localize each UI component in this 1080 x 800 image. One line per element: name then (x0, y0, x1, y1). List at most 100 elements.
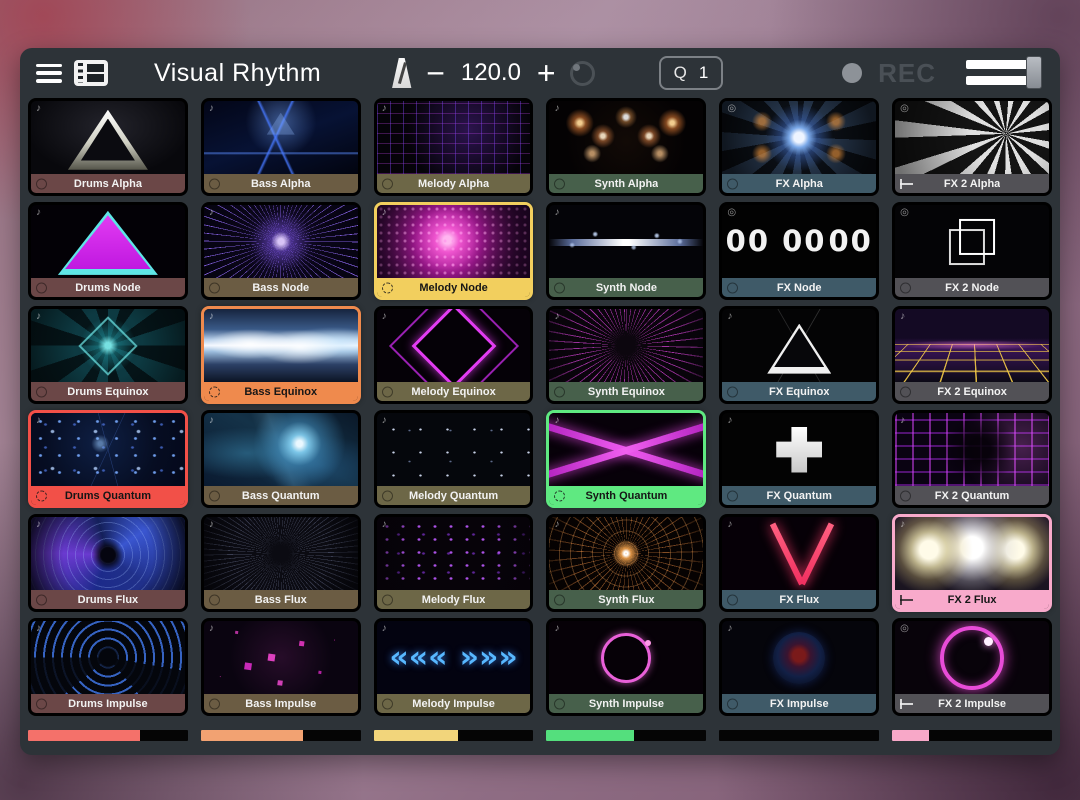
core-sphere-thumbnail[interactable]: ♪ (722, 621, 876, 694)
circle-indicator-icon[interactable] (554, 282, 565, 293)
clip-cell[interactable]: ♪Drums Alpha (28, 98, 188, 196)
teal-kaleido-thumbnail[interactable]: ♪ (31, 309, 185, 382)
mono-rays-thumbnail[interactable]: ◎ (895, 101, 1049, 174)
circle-indicator-icon[interactable] (727, 386, 738, 397)
violet-burst-thumbnail[interactable]: ♪ (204, 205, 358, 278)
synthwave-thumbnail[interactable]: ♪ (895, 309, 1049, 382)
clip-cell[interactable]: ♪Drums Impulse (28, 618, 188, 716)
tempo-increase-button[interactable]: + (537, 57, 556, 89)
chevrons-thumbnail[interactable]: ♪ (377, 621, 531, 694)
clip-cell[interactable]: ♪FX 2 Flux (892, 514, 1052, 612)
circle-indicator-icon[interactable] (554, 698, 565, 709)
circle-indicator-icon[interactable] (382, 594, 393, 605)
clip-cell[interactable]: ♪Bass Flux (201, 514, 361, 612)
circle-indicator-icon[interactable] (727, 282, 738, 293)
clip-cell[interactable]: ♪Drums Node (28, 202, 188, 300)
pink-ring-thumbnail[interactable]: ♪ (549, 621, 703, 694)
streak-thumbnail[interactable]: ♪ (549, 205, 703, 278)
clip-cell[interactable]: ♪FX 2 Equinox (892, 306, 1052, 404)
clip-cell[interactable]: ♪FX Equinox (719, 306, 879, 404)
circle-indicator-icon[interactable] (36, 386, 47, 397)
clip-cell[interactable]: ♪Melody Impulse (374, 618, 534, 716)
pink-squares-thumbnail[interactable]: ♪ (204, 621, 358, 694)
violet-specks-thumbnail[interactable]: ♪ (377, 517, 531, 590)
loop-indicator-icon[interactable] (209, 386, 220, 397)
circle-indicator-icon[interactable] (382, 386, 393, 397)
circle-indicator-icon[interactable] (554, 386, 565, 397)
plasma-thumbnail[interactable]: ♪ (204, 309, 358, 382)
blue-arcs-thumbnail[interactable]: ♪ (31, 621, 185, 694)
clip-cell[interactable]: ♪FX Flux (719, 514, 879, 612)
tap-tempo-dial-icon[interactable] (570, 61, 595, 86)
circle-indicator-icon[interactable] (727, 698, 738, 709)
circle-indicator-icon[interactable] (727, 178, 738, 189)
ring-pairs-thumbnail[interactable]: ◎ (722, 205, 876, 278)
loop-indicator-icon[interactable] (36, 490, 47, 501)
wire-blue-thumbnail[interactable]: ♪ (204, 101, 358, 174)
record-dot-icon[interactable] (842, 63, 862, 83)
glow-orbs-thumbnail[interactable]: ♪ (895, 517, 1049, 590)
clip-cell[interactable]: ♪Bass Impulse (201, 618, 361, 716)
clip-cell[interactable]: ♪Bass Equinox (201, 306, 361, 404)
magenta-x-thumbnail[interactable]: ♪ (549, 413, 703, 486)
clip-cell[interactable]: ◎FX 2 Impulse (892, 618, 1052, 716)
circle-indicator-icon[interactable] (36, 282, 47, 293)
circle-indicator-icon[interactable] (209, 490, 220, 501)
tempo-value[interactable]: 120.0 (459, 59, 523, 87)
clip-cell[interactable]: ♪Synth Flux (546, 514, 706, 612)
oneshot-indicator-icon[interactable] (900, 179, 914, 189)
circle-indicator-icon[interactable] (209, 178, 220, 189)
clip-cell[interactable]: ♪Bass Quantum (201, 410, 361, 508)
circle-indicator-icon[interactable] (209, 594, 220, 605)
clip-cell[interactable]: ♪Drums Equinox (28, 306, 188, 404)
clip-cell[interactable]: ♪FX 2 Quantum (892, 410, 1052, 508)
nebula-thumbnail[interactable]: ♪ (204, 413, 358, 486)
clip-cell[interactable]: ♪Synth Equinox (546, 306, 706, 404)
oneshot-indicator-icon[interactable] (900, 699, 914, 709)
red-v-thumbnail[interactable]: ♪ (722, 517, 876, 590)
tri-outline-thumbnail[interactable]: ♪ (722, 309, 876, 382)
clip-cell[interactable]: ♪Synth Quantum (546, 410, 706, 508)
circle-indicator-icon[interactable] (36, 698, 47, 709)
circuit-blocks-thumbnail[interactable]: ♪ (895, 413, 1049, 486)
circle-indicator-icon[interactable] (36, 178, 47, 189)
circle-indicator-icon[interactable] (382, 178, 393, 189)
clip-cell[interactable]: ♪Synth Impulse (546, 618, 706, 716)
clip-cell[interactable]: ♪Melody Equinox (374, 306, 534, 404)
oneshot-indicator-icon[interactable] (900, 595, 914, 605)
clip-cell[interactable]: ♪FX Quantum (719, 410, 879, 508)
clip-cell[interactable]: ♪Drums Flux (28, 514, 188, 612)
starfield-thumbnail[interactable]: ♪ (377, 413, 531, 486)
slider-knob[interactable] (1026, 56, 1042, 89)
quantize-box[interactable]: Q 1 (659, 56, 724, 90)
orange-tunnel-thumbnail[interactable]: ♪ (549, 517, 703, 590)
kaleido-thumbnail[interactable]: ◎ (722, 101, 876, 174)
dark-burst-thumbnail[interactable]: ♪ (204, 517, 358, 590)
clip-cell[interactable]: ♪Melody Flux (374, 514, 534, 612)
pink-tunnel-thumbnail[interactable]: ♪ (377, 205, 531, 278)
clip-cell[interactable]: ♪Synth Alpha (546, 98, 706, 196)
clip-cell[interactable]: ♪Bass Alpha (201, 98, 361, 196)
loop-indicator-icon[interactable] (382, 282, 393, 293)
master-slider[interactable] (964, 56, 1044, 90)
circle-indicator-icon[interactable] (900, 282, 911, 293)
magenta-rays-thumbnail[interactable]: ♪ (549, 309, 703, 382)
tri-beam-thumbnail[interactable]: ♪ (31, 101, 185, 174)
clip-cell[interactable]: ♪Drums Quantum (28, 410, 188, 508)
tempo-decrease-button[interactable]: − (426, 57, 445, 89)
neon-ring-thumbnail[interactable]: ◎ (895, 621, 1049, 694)
circle-indicator-icon[interactable] (382, 490, 393, 501)
circle-indicator-icon[interactable] (554, 594, 565, 605)
clip-cell[interactable]: ♪Melody Node (374, 202, 534, 300)
clip-cell[interactable]: ♪Melody Quantum (374, 410, 534, 508)
clip-cell[interactable]: ♪Synth Node (546, 202, 706, 300)
clip-cell[interactable]: ♪Bass Node (201, 202, 361, 300)
circle-indicator-icon[interactable] (209, 282, 220, 293)
loop-indicator-icon[interactable] (554, 490, 565, 501)
clip-cell[interactable]: ◎FX 2 Alpha (892, 98, 1052, 196)
magenta-tri-thumbnail[interactable]: ♪ (31, 205, 185, 278)
clip-cell[interactable]: ♪FX Impulse (719, 618, 879, 716)
flares-thumbnail[interactable]: ♪ (549, 101, 703, 174)
circle-indicator-icon[interactable] (900, 490, 911, 501)
circle-indicator-icon[interactable] (554, 178, 565, 189)
